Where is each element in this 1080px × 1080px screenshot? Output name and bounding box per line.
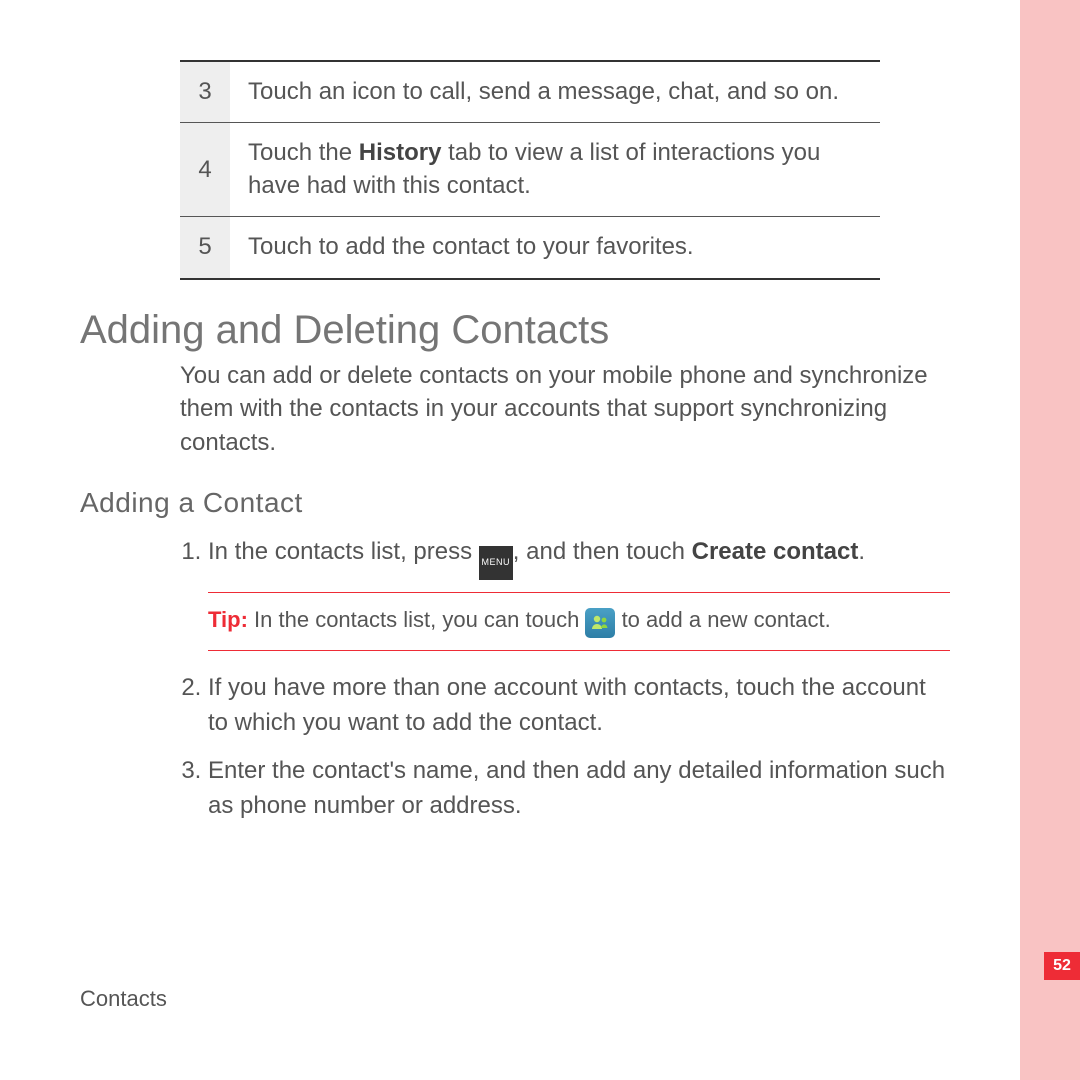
section-heading: Adding and Deleting Contacts [80, 308, 990, 353]
step-text: Touch to add the contact to your favorit… [230, 217, 880, 277]
step-number: 3 [180, 62, 230, 122]
tip-callout: Tip: In the contacts list, you can touch… [208, 592, 950, 651]
table-row: 5 Touch to add the contact to your favor… [180, 216, 880, 277]
page-content: 3 Touch an icon to call, send a message,… [80, 60, 990, 838]
step-text: Touch an icon to call, send a message, c… [230, 62, 880, 122]
instr-text-post: . [858, 538, 865, 565]
footer-section-label: Contacts [80, 986, 167, 1012]
tip-text-pre: In the contacts list, you can touch [248, 607, 586, 632]
instr-text-pre: In the contacts list, press [208, 538, 479, 565]
tip-label: Tip: [208, 607, 248, 632]
step-text-bold: History [359, 139, 442, 166]
table-row: 4 Touch the History tab to view a list o… [180, 122, 880, 216]
list-item: Enter the contact's name, and then add a… [208, 754, 950, 824]
instruction-list: In the contacts list, press MENU, and th… [180, 535, 950, 824]
step-number: 4 [180, 123, 230, 216]
page-number-badge: 52 [1044, 952, 1080, 980]
step-text-pre: Touch the [248, 139, 359, 166]
section-body: You can add or delete contacts on your m… [180, 359, 950, 460]
step-text: Touch the History tab to view a list of … [230, 123, 880, 216]
table-row: 3 Touch an icon to call, send a message,… [180, 62, 880, 122]
list-item: If you have more than one account with c… [208, 671, 950, 741]
instr-text-bold: Create contact [692, 538, 859, 565]
steps-table: 3 Touch an icon to call, send a message,… [180, 60, 880, 280]
side-strip: 52 [1020, 0, 1080, 1080]
tip-text-post: to add a new contact. [615, 607, 830, 632]
instr-text-mid: , and then touch [513, 538, 692, 565]
menu-icon: MENU [479, 546, 513, 580]
subsection-heading: Adding a Contact [80, 487, 990, 519]
list-item: In the contacts list, press MENU, and th… [208, 535, 950, 651]
step-number: 5 [180, 217, 230, 277]
add-contact-icon [585, 608, 615, 638]
